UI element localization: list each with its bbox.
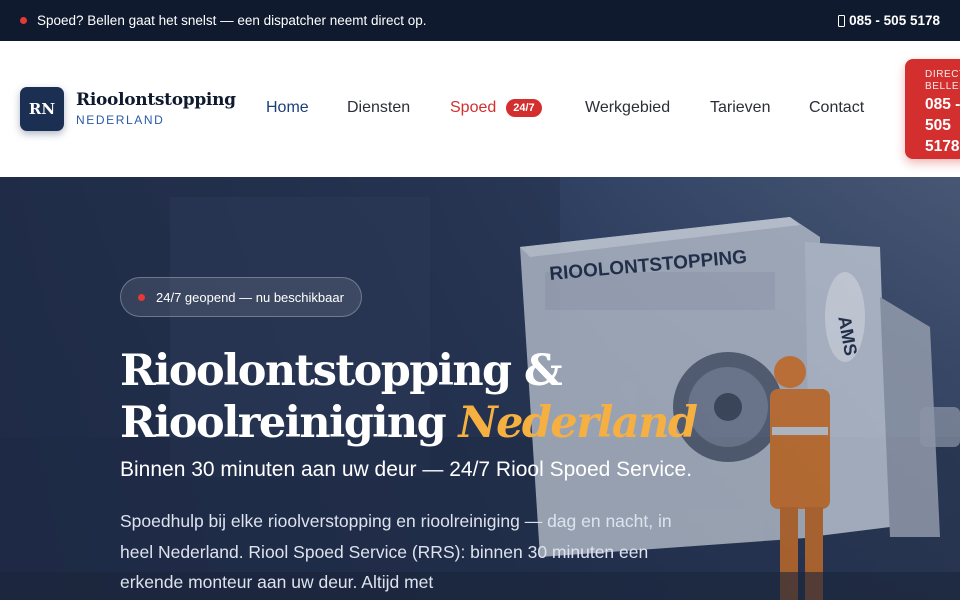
hero-title-line2: Rioolreiniging [120,398,447,448]
phone-icon [838,14,846,27]
logo-title: Rioolontstopping [76,90,236,110]
nav-item-tarieven[interactable]: Tarieven [710,99,770,117]
nav-item-home[interactable]: Home [266,99,309,117]
cta-label-line2: BELLEN [925,81,960,92]
logo-subtitle: NEDERLAND [76,113,165,127]
red-dot-icon [20,17,27,24]
nav-item-diensten[interactable]: Diensten [347,99,410,117]
site-header: RN Rioolontstopping NEDERLAND Home Diens… [0,41,960,177]
red-dot-icon [138,293,145,301]
nav-item-werkgebied[interactable]: Werkgebied [585,99,670,117]
hero-section: RIOOLONTSTOPPING AMS 24/7 geopend — nu b… [0,177,960,600]
nav-item-contact[interactable]: Contact [809,99,864,117]
nav-item-spoed[interactable]: Spoed 24/7 [450,99,542,117]
hero-title-line1: Rioolontstopping & [120,346,563,396]
cta-phone-number: 085 - 505 5178 [925,96,960,155]
top-announcement-bar: Spoed? Bellen gaat het snelst — een disp… [0,0,960,41]
hero-body-text: Spoedhulp bij elke rioolverstopping en r… [120,511,672,592]
spoed-badge: 24/7 [506,99,542,117]
availability-status-pill: 24/7 geopend — nu beschikbaar [120,277,362,317]
logo-mark: RN [20,87,64,131]
hero-title-accent: Nederland [458,398,697,448]
hero-title: Rioolontstopping & Rioolreiniging Nederl… [120,345,698,449]
call-now-button[interactable]: DIRECT BELLEN 085 - 505 5178 [905,59,960,159]
logo-text: Rioolontstopping NEDERLAND [76,90,236,127]
site-logo[interactable]: RN Rioolontstopping NEDERLAND [20,87,236,131]
announcement: Spoed? Bellen gaat het snelst — een disp… [20,13,427,28]
cta-label-line1: DIRECT [925,69,960,80]
topbar-phone-link[interactable]: 085 - 505 5178 [838,13,940,28]
nav-item-spoed-label: Spoed [450,99,497,116]
announcement-text: Spoed? Bellen gaat het snelst — een disp… [37,13,427,28]
topbar-phone-number: 085 - 505 5178 [849,13,940,28]
hero-subtitle: Binnen 30 minuten aan uw deur — 24/7 Rio… [120,458,693,481]
availability-status-text: 24/7 geopend — nu beschikbaar [156,289,344,305]
